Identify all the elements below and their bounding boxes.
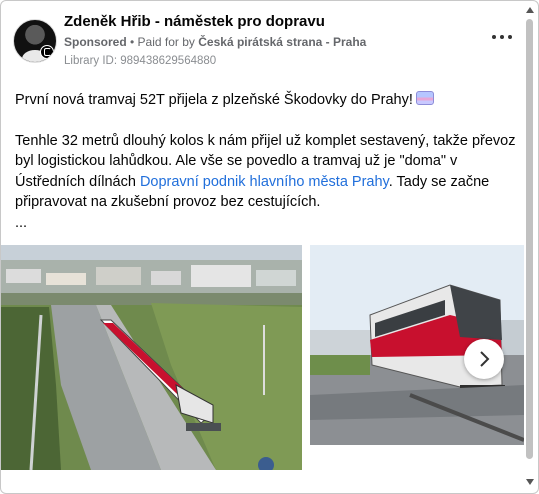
scroll-up-icon[interactable] xyxy=(526,7,534,13)
chevron-right-icon xyxy=(480,351,490,367)
sponsored-label: Sponsored xyxy=(64,35,127,49)
ad-post-card: Zdeněk Hřib - náměstek pro dopravu Spons… xyxy=(0,0,539,494)
media-carousel xyxy=(1,245,526,473)
scrollbar[interactable] xyxy=(524,3,536,493)
headline-text: První nová tramvaj 52T přijela z plzeňsk… xyxy=(15,92,413,108)
avatar[interactable] xyxy=(13,19,57,63)
post-text: První nová tramvaj 52T přijela z plzeňsk… xyxy=(15,90,525,233)
dot xyxy=(492,35,496,39)
scroll-down-icon[interactable] xyxy=(526,479,534,485)
carousel-next-button[interactable] xyxy=(464,339,504,379)
funder-name[interactable]: Česká pirátská strana - Praha xyxy=(198,35,366,49)
see-more-ellipsis[interactable]: ... xyxy=(15,213,525,234)
dot xyxy=(508,35,512,39)
paid-for-label: • Paid for by xyxy=(126,35,199,49)
page-link[interactable]: Dopravní podnik hlavního města Prahy xyxy=(140,174,389,190)
tram-emoji xyxy=(415,91,434,105)
sponsor-line: Sponsored • Paid for by Česká pirátská s… xyxy=(64,35,366,49)
tram-aerial-photo[interactable] xyxy=(1,245,302,470)
scroll-thumb[interactable] xyxy=(526,19,533,459)
dot xyxy=(500,35,504,39)
post-headline: První nová tramvaj 52T přijela z plzeňsk… xyxy=(15,90,525,111)
library-id: Library ID: 989438629564880 xyxy=(64,55,217,67)
post-paragraph: Tenhle 32 metrů dlouhý kolos k nám přije… xyxy=(15,131,525,213)
author-name[interactable]: Zdeněk Hřib - náměstek pro dopravu xyxy=(64,13,325,30)
party-badge-icon xyxy=(40,45,54,59)
post-header: Zdeněk Hřib - náměstek pro dopravu Spons… xyxy=(13,13,522,73)
more-options-icon[interactable] xyxy=(492,33,512,41)
